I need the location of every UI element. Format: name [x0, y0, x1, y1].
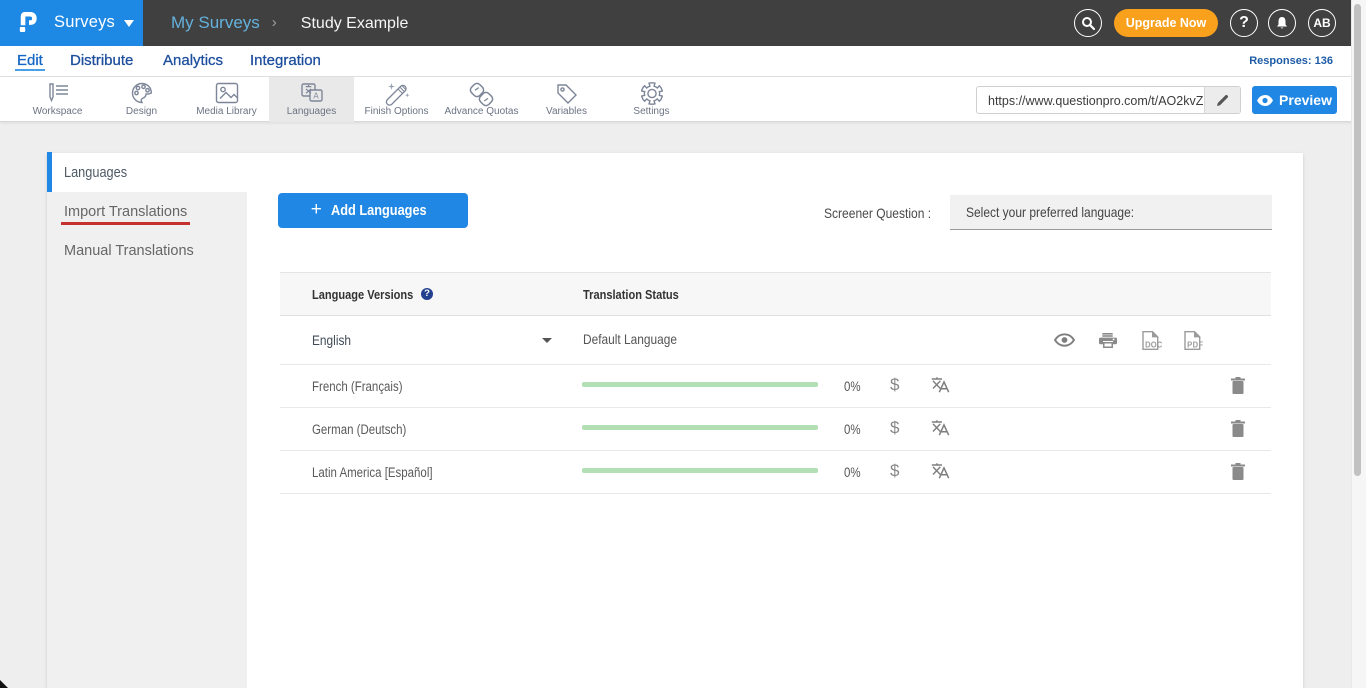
svg-text:DOC: DOC	[1145, 340, 1162, 349]
svg-text:PDF: PDF	[1187, 340, 1203, 349]
svg-text:A: A	[313, 92, 319, 101]
